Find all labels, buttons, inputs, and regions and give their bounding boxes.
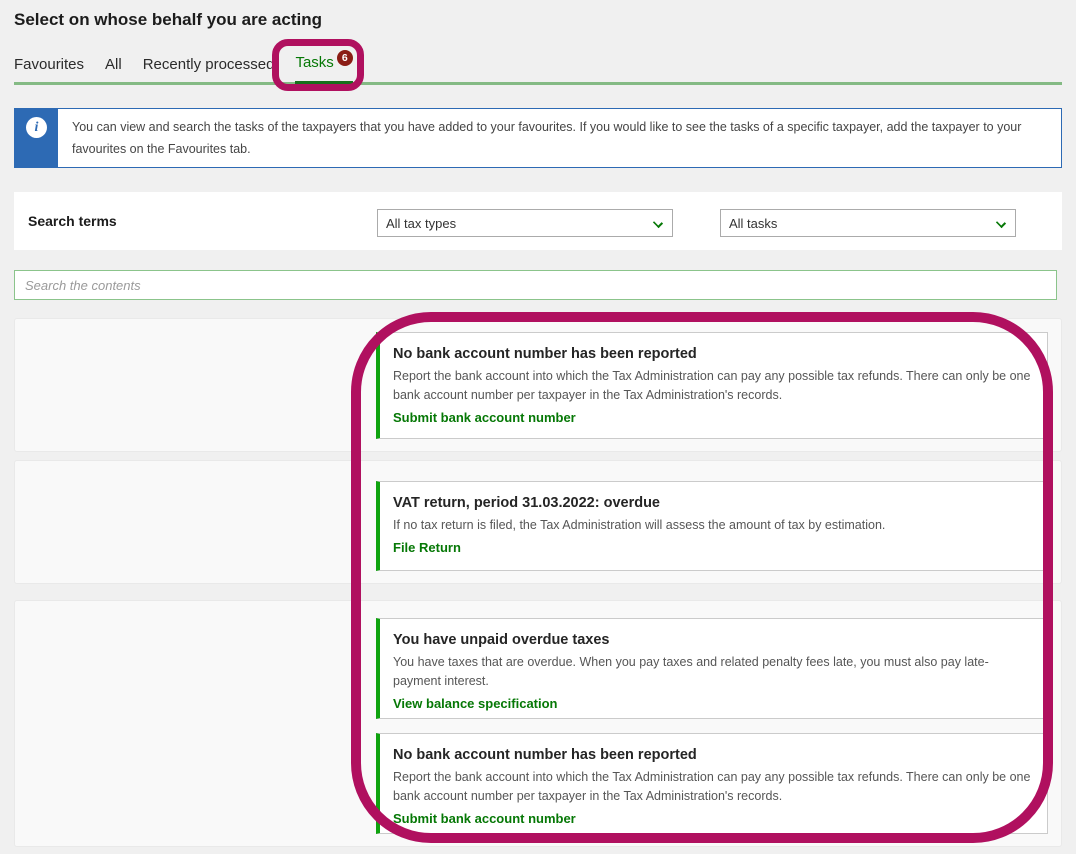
task-title: You have unpaid overdue taxes [393,632,1031,648]
task-card: No bank account number has been reported… [376,332,1048,439]
tab-recently-processed[interactable]: Recently processed [143,52,275,82]
task-title: No bank account number has been reported [393,346,1031,362]
content-search-input[interactable] [14,270,1057,300]
chevron-down-icon [996,218,1006,228]
task-title: No bank account number has been reported [393,747,1031,763]
task-description: Report the bank account into which the T… [393,768,1031,806]
page-title: Select on whose behalf you are acting [14,10,322,30]
act-on-behalf-page: Select on whose behalf you are acting Fa… [0,0,1076,854]
task-description: If no tax return is filed, the Tax Admin… [393,516,1031,535]
submit-bank-account-link[interactable]: Submit bank account number [393,811,576,826]
search-terms-label: Search terms [28,213,117,229]
task-type-select-value: All tasks [729,216,777,231]
search-filter-panel: Search terms All tax types All tasks [14,192,1062,250]
tasks-count-badge: 6 [337,50,353,66]
info-banner-accent: i [15,109,58,167]
taxpayer-row: VAT return, period 31.03.2022: overdue I… [14,460,1062,584]
tab-all[interactable]: All [105,52,122,82]
file-return-link[interactable]: File Return [393,540,461,555]
taxpayer-row: No bank account number has been reported… [14,318,1062,452]
tab-tasks[interactable]: Tasks6 [295,50,352,85]
task-card: No bank account number has been reported… [376,733,1048,834]
tax-type-select[interactable]: All tax types [377,209,673,237]
tab-tasks-label: Tasks [295,54,333,71]
chevron-down-icon [653,218,663,228]
info-icon: i [26,117,47,138]
task-description: Report the bank account into which the T… [393,367,1031,405]
submit-bank-account-link[interactable]: Submit bank account number [393,410,576,425]
info-banner: i You can view and search the tasks of t… [14,108,1062,168]
tax-type-select-value: All tax types [386,216,456,231]
task-title: VAT return, period 31.03.2022: overdue [393,495,1031,511]
view-balance-specification-link[interactable]: View balance specification [393,696,558,711]
taxpayer-row: You have unpaid overdue taxes You have t… [14,600,1062,847]
task-type-select[interactable]: All tasks [720,209,1016,237]
tab-bar: Favourites All Recently processed Tasks6 [14,50,1062,85]
task-card: VAT return, period 31.03.2022: overdue I… [376,481,1048,571]
tab-favourites[interactable]: Favourites [14,52,84,82]
task-description: You have taxes that are overdue. When yo… [393,653,1031,691]
info-banner-text: You can view and search the tasks of the… [72,116,1047,160]
task-card: You have unpaid overdue taxes You have t… [376,618,1048,719]
